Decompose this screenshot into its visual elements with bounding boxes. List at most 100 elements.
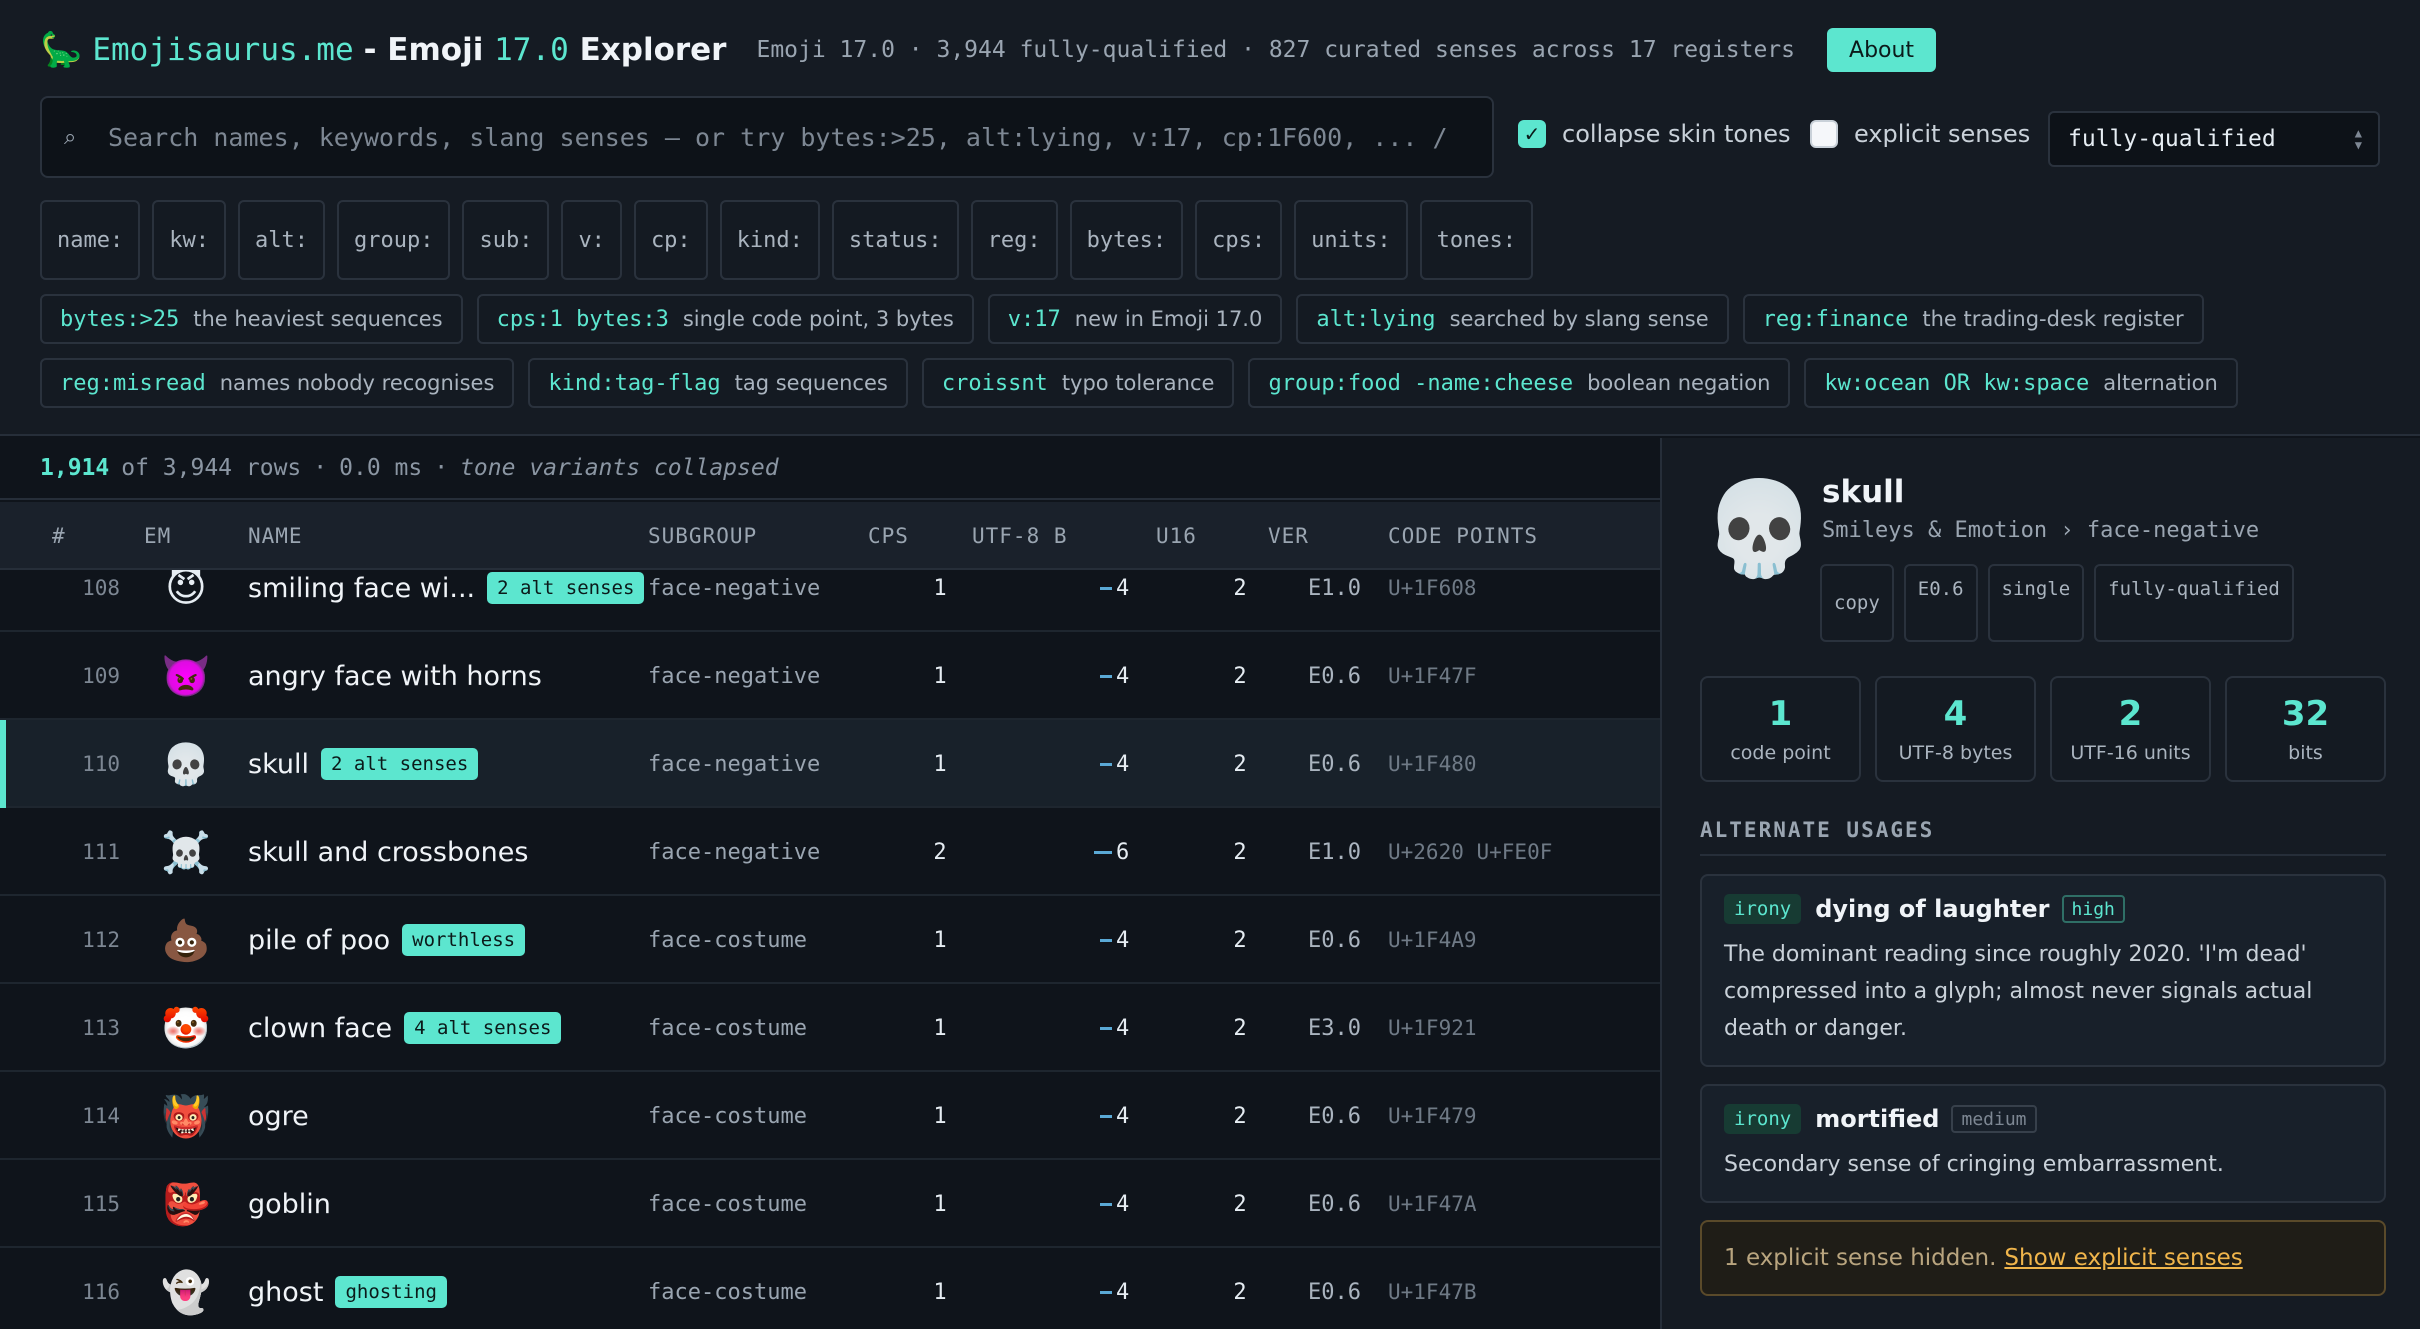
- row-number: 112: [82, 928, 120, 952]
- row-cps: 1: [933, 1279, 947, 1305]
- field-chip[interactable]: status:: [831, 200, 959, 280]
- collapse-skin-tones-checkbox[interactable]: ✓: [1518, 120, 1546, 148]
- col-subgroup[interactable]: SUBGROUP: [648, 524, 757, 548]
- row-version: E1.0: [1308, 839, 1361, 865]
- example-description: alternation: [2103, 371, 2218, 395]
- brand-name[interactable]: Emojisaurus.me: [92, 32, 353, 68]
- alt-senses-badge[interactable]: 2 alt senses: [487, 572, 645, 604]
- row-version: E0.6: [1308, 1279, 1361, 1305]
- example-query-chip[interactable]: v:17 new in Emoji 17.0: [987, 294, 1283, 344]
- utf8-bytes-bar: [1100, 1202, 1112, 1206]
- row-utf16-units: 2: [1233, 1191, 1247, 1217]
- field-chip[interactable]: cp:: [633, 200, 708, 280]
- table-row[interactable]: 108 😈 smiling face wi... 2 alt senses face-n…: [0, 570, 1660, 632]
- table-row[interactable]: 114 👹 ogre face-costume 1 4 2 E0.6 U+1F479: [0, 1072, 1660, 1160]
- example-query-chip[interactable]: alt:lying searched by slang sense: [1296, 294, 1729, 344]
- row-subgroup: face-negative: [648, 751, 821, 777]
- stat-label: bits: [2288, 742, 2323, 764]
- example-description: boolean negation: [1587, 371, 1771, 395]
- col-cps[interactable]: CPS: [868, 524, 909, 548]
- row-subgroup: face-negative: [648, 839, 821, 865]
- table-row[interactable]: 115 👺 goblin face-costume 1 4 2 E0.6 U+1F47A: [0, 1160, 1660, 1248]
- row-number: 109: [82, 664, 120, 688]
- sense-name: dying of laughter: [1815, 895, 2050, 923]
- sense-header: irony dying of laughter high: [1724, 894, 2362, 924]
- emoji-name: clown face: [248, 1012, 393, 1044]
- emoji-name: smiling face wi...: [248, 572, 476, 604]
- row-code-points: U+1F480: [1388, 752, 1477, 776]
- alt-senses-badge[interactable]: ghosting: [335, 1276, 447, 1308]
- alt-senses-badge[interactable]: 4 alt senses: [404, 1012, 562, 1044]
- row-number: 108: [82, 576, 120, 600]
- example-description: single code point, 3 bytes: [682, 307, 954, 331]
- row-cps: 1: [933, 663, 947, 689]
- search-input[interactable]: [108, 107, 1478, 167]
- field-chip[interactable]: cps:: [1195, 200, 1283, 280]
- table-row[interactable]: 116 👻 ghost ghosting face-costume 1 4 2 E0.6 U+1F…: [0, 1248, 1660, 1329]
- field-chip[interactable]: name:: [40, 200, 141, 280]
- row-name: smiling face wi... 2 alt senses: [248, 570, 645, 632]
- sense-card: irony dying of laughter high The dominan…: [1700, 874, 2386, 1067]
- field-chip[interactable]: bytes:: [1069, 200, 1184, 280]
- alt-senses-badge[interactable]: worthless: [402, 924, 526, 956]
- row-code-points: U+1F921: [1388, 1016, 1477, 1040]
- row-emoji: 💀: [161, 741, 211, 788]
- notice-text: 1 explicit sense hidden.: [1724, 1245, 1997, 1271]
- col-num[interactable]: #: [52, 524, 66, 548]
- collapse-skin-tones-option[interactable]: ✓ collapse skin tones: [1518, 120, 1791, 148]
- show-explicit-senses-link[interactable]: Show explicit senses: [2004, 1245, 2242, 1271]
- field-chip[interactable]: reg:: [970, 200, 1058, 280]
- example-query-chip[interactable]: reg:misread names nobody recognises: [40, 358, 515, 408]
- status-select[interactable]: fully-qualified ▲ ▼: [2048, 111, 2380, 167]
- example-query: kind:tag-flag: [548, 370, 721, 396]
- field-chip[interactable]: sub:: [462, 200, 550, 280]
- field-chip[interactable]: v:: [561, 200, 622, 280]
- utf8-bytes-bar: [1100, 586, 1112, 590]
- table-row[interactable]: 113 🤡 clown face 4 alt senses face-costume 1 4…: [0, 984, 1660, 1072]
- row-number: 116: [82, 1280, 120, 1304]
- field-chip[interactable]: group:: [336, 200, 451, 280]
- field-chip[interactable]: alt:: [237, 200, 325, 280]
- col-ver[interactable]: VER: [1268, 524, 1309, 548]
- about-button[interactable]: About: [1827, 28, 1937, 72]
- example-query-chip[interactable]: croissnt typo tolerance: [921, 358, 1235, 408]
- table-row[interactable]: 112 💩 pile of poo worthless face-costume 1 4 2 E…: [0, 896, 1660, 984]
- field-chip[interactable]: kw:: [152, 200, 226, 280]
- table-header: # EM NAME SUBGROUP CPS UTF-8 B U16 VER C…: [0, 502, 1660, 570]
- separator: ·: [434, 455, 449, 481]
- explicit-hidden-notice: 1 explicit sense hidden. Show explicit s…: [1700, 1220, 2386, 1296]
- col-name[interactable]: NAME: [248, 524, 303, 548]
- explicit-senses-checkbox[interactable]: [1810, 120, 1838, 148]
- example-query-chip[interactable]: kw:ocean OR kw:space alternation: [1804, 358, 2238, 408]
- col-u16[interactable]: U16: [1156, 524, 1197, 548]
- example-query-chip[interactable]: kind:tag-flag tag sequences: [528, 358, 908, 408]
- field-chip[interactable]: units:: [1294, 200, 1408, 280]
- col-code-points[interactable]: CODE POINTS: [1388, 524, 1538, 548]
- search-box[interactable]: ⌕: [40, 96, 1494, 178]
- register-badge: irony: [1724, 1104, 1802, 1134]
- utf8-bytes-value: 4: [1116, 575, 1130, 601]
- row-version: E0.6: [1308, 927, 1361, 953]
- confidence-badge: medium: [1951, 1105, 2037, 1133]
- alt-senses-badge[interactable]: 2 alt senses: [321, 748, 479, 780]
- col-utf8[interactable]: UTF-8 B: [972, 524, 1068, 548]
- table-row[interactable]: 110 💀 skull 2 alt senses face-negative 1 4 2 E0.…: [0, 720, 1660, 808]
- example-query-chip[interactable]: reg:finance the trading-desk register: [1742, 294, 2204, 344]
- example-query-chip[interactable]: group:food -name:cheese boolean negation: [1248, 358, 1791, 408]
- detail-emoji: 💀: [1702, 475, 1817, 582]
- field-chip[interactable]: tones:: [1419, 200, 1534, 280]
- example-query-chip[interactable]: cps:1 bytes:3 single code point, 3 bytes: [476, 294, 974, 344]
- row-name: pile of poo worthless: [248, 896, 526, 984]
- explicit-senses-option[interactable]: explicit senses: [1810, 120, 2030, 148]
- row-subgroup: face-negative: [648, 663, 821, 689]
- row-subgroup: face-costume: [648, 1279, 807, 1305]
- copy-button[interactable]: copy: [1820, 564, 1894, 642]
- table-row[interactable]: 111 ☠️ skull and crossbones face-negative 2 6…: [0, 808, 1660, 896]
- row-utf8-bytes: 4: [1090, 984, 1190, 1072]
- example-query-chip[interactable]: bytes:>25 the heaviest sequences: [40, 294, 463, 344]
- row-utf16-units: 2: [1233, 1015, 1247, 1041]
- field-chip[interactable]: kind:: [719, 200, 820, 280]
- table-row[interactable]: 109 👿 angry face with horns face-negative 1 4…: [0, 632, 1660, 720]
- detail-panel: 💀 skull Smileys & Emotion › face-negativ…: [1660, 438, 2420, 1329]
- col-em[interactable]: EM: [144, 524, 171, 548]
